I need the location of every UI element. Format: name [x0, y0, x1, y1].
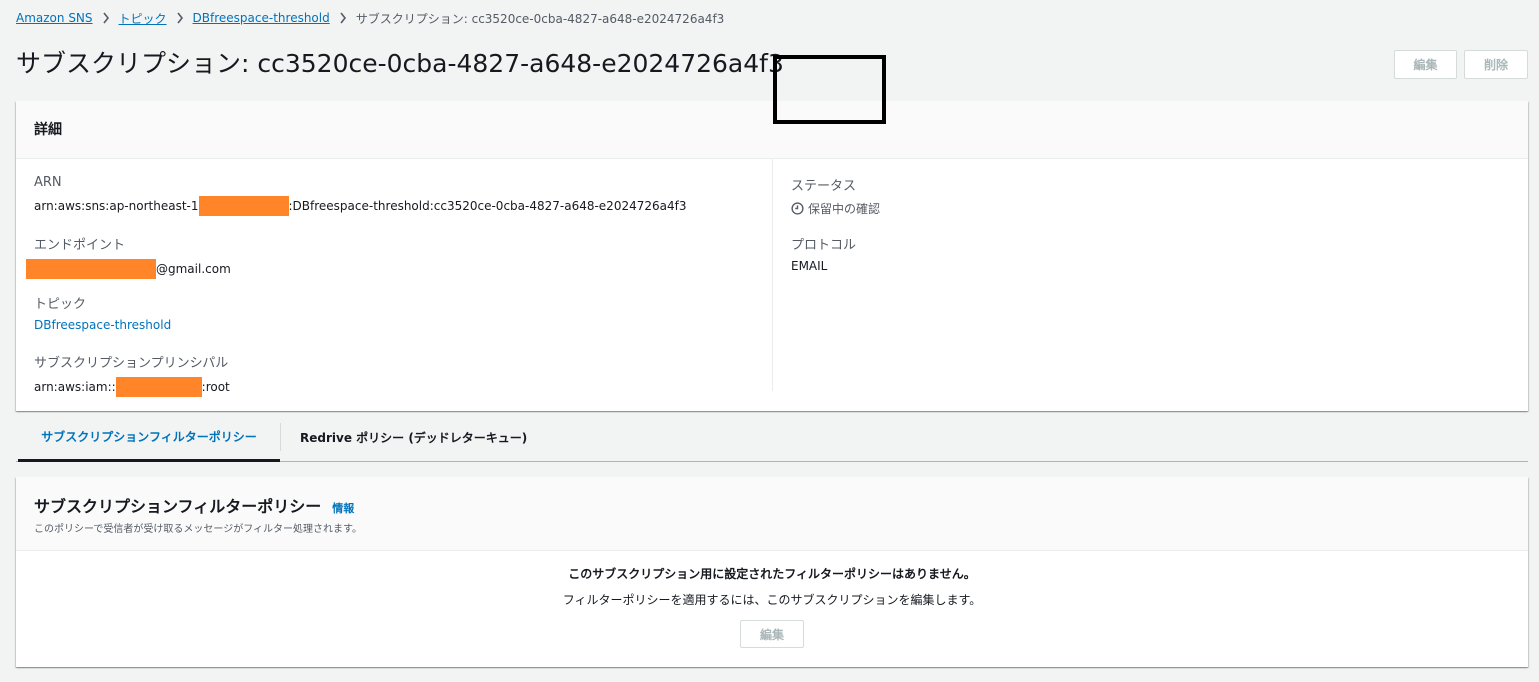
principal-label: サブスクリプションプリンシパル — [34, 356, 229, 371]
arn-suffix: :DBfreespace-threshold:cc3520ce-0cba-482… — [288, 199, 687, 213]
empty-state-title: このサブスクリプション用に設定されたフィルターポリシーはありません。 — [568, 567, 976, 581]
arn-field: ARN arn:aws:sns:ap-northeast-1 :DBfreesp… — [34, 175, 686, 216]
empty-state-subtitle: フィルターポリシーを適用するには、このサブスクリプションを編集します。 — [562, 593, 982, 607]
principal-field: サブスクリプションプリンシパル arn:aws:iam:: :root — [34, 352, 230, 397]
breadcrumb-current: サブスクリプション: cc3520ce-0cba-4827-a648-e2024… — [355, 11, 725, 26]
topic-field: トピック DBfreespace-threshold — [34, 293, 171, 332]
details-title: 詳細 — [34, 122, 62, 138]
principal-prefix: arn:aws:iam:: — [34, 380, 116, 394]
principal-value: arn:aws:iam:: :root — [34, 377, 230, 397]
topic-link[interactable]: DBfreespace-threshold — [34, 318, 171, 332]
principal-suffix: :root — [201, 380, 230, 394]
status-highlight-box — [773, 55, 886, 124]
edit-button[interactable]: 編集 — [1394, 50, 1457, 79]
topic-value: DBfreespace-threshold — [34, 318, 171, 332]
filter-policy-title: サブスクリプションフィルターポリシー — [34, 497, 322, 516]
breadcrumb-topics[interactable]: トピック — [119, 10, 167, 27]
chevron-right-icon — [339, 12, 347, 24]
protocol-label: プロトコル — [791, 238, 857, 253]
page-title: サブスクリプション: cc3520ce-0cba-4827-a648-e2024… — [16, 49, 784, 78]
tab-bar: サブスクリプションフィルターポリシー Redrive ポリシー (デッドレターキ… — [16, 413, 1528, 462]
tab-divider — [280, 423, 281, 451]
topic-label: トピック — [34, 297, 87, 312]
filter-policy-panel: サブスクリプションフィルターポリシー 情報 このポリシーで受信者が受け取るメッセ… — [16, 477, 1528, 667]
redaction-block — [198, 196, 289, 216]
filter-edit-button[interactable]: 編集 — [740, 620, 804, 648]
chevron-right-icon — [176, 12, 184, 24]
filter-policy-header: サブスクリプションフィルターポリシー 情報 このポリシーで受信者が受け取るメッセ… — [16, 477, 1528, 551]
delete-button[interactable]: 削除 — [1464, 50, 1528, 79]
arn-label: ARN — [34, 175, 62, 190]
status-value: 保留中の確認 — [791, 200, 880, 217]
empty-state: このサブスクリプション用に設定されたフィルターポリシーはありません。 フィルター… — [16, 565, 1528, 608]
endpoint-field: エンドポイント @gmail.com — [26, 234, 231, 279]
tab-redrive-policy[interactable]: Redrive ポリシー (デッドレターキュー) — [300, 413, 527, 461]
tab-filter-policy[interactable]: サブスクリプションフィルターポリシー — [18, 413, 280, 462]
endpoint-suffix: @gmail.com — [156, 262, 231, 276]
breadcrumb-amazon-sns[interactable]: Amazon SNS — [16, 11, 93, 25]
status-field: ステータス 保留中の確認 — [791, 175, 880, 217]
redaction-block — [115, 377, 202, 397]
protocol-field: プロトコル EMAIL — [791, 234, 856, 273]
chevron-right-icon — [102, 12, 110, 24]
redaction-block — [26, 259, 156, 279]
clock-icon — [791, 202, 804, 215]
status-text: 保留中の確認 — [808, 202, 881, 216]
protocol-value: EMAIL — [791, 259, 828, 273]
endpoint-label: エンドポイント — [34, 238, 126, 253]
filter-policy-description: このポリシーで受信者が受け取るメッセージがフィルター処理されます。 — [34, 524, 362, 535]
details-header: 詳細 — [16, 101, 1528, 159]
column-divider — [772, 159, 773, 391]
info-link[interactable]: 情報 — [332, 502, 354, 515]
arn-value: arn:aws:sns:ap-northeast-1 :DBfreespace-… — [34, 196, 686, 216]
arn-prefix: arn:aws:sns:ap-northeast-1 — [34, 199, 199, 213]
details-panel: 詳細 ARN arn:aws:sns:ap-northeast-1 :DBfre… — [16, 101, 1528, 411]
endpoint-value: @gmail.com — [26, 259, 231, 279]
breadcrumb: Amazon SNS トピック DBfreespace-threshold サブ… — [16, 10, 724, 26]
status-label: ステータス — [791, 179, 857, 194]
breadcrumb-topic-name[interactable]: DBfreespace-threshold — [193, 11, 330, 25]
